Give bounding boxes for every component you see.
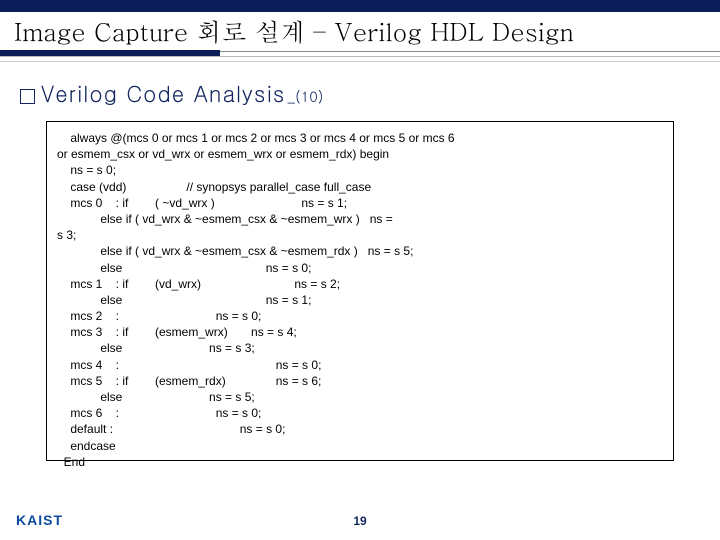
section-heading-main: Verilog Code Analysis [41, 78, 285, 109]
title-underline [0, 50, 720, 57]
section-heading: Verilog Code Analysis _(10) [0, 64, 720, 121]
code-block: always @(mcs 0 or mcs 1 or mcs 2 or mcs … [46, 121, 674, 461]
title-row: Image Capture 회로 설계 – Verilog HDL Design [0, 12, 720, 52]
page-number: 19 [0, 514, 720, 528]
bullet-square-icon [20, 89, 35, 104]
section-heading-sub: _(10) [287, 86, 323, 107]
thin-separator [0, 61, 720, 62]
top-accent-bar [0, 0, 720, 12]
page-title: Image Capture 회로 설계 – Verilog HDL Design [14, 14, 574, 49]
